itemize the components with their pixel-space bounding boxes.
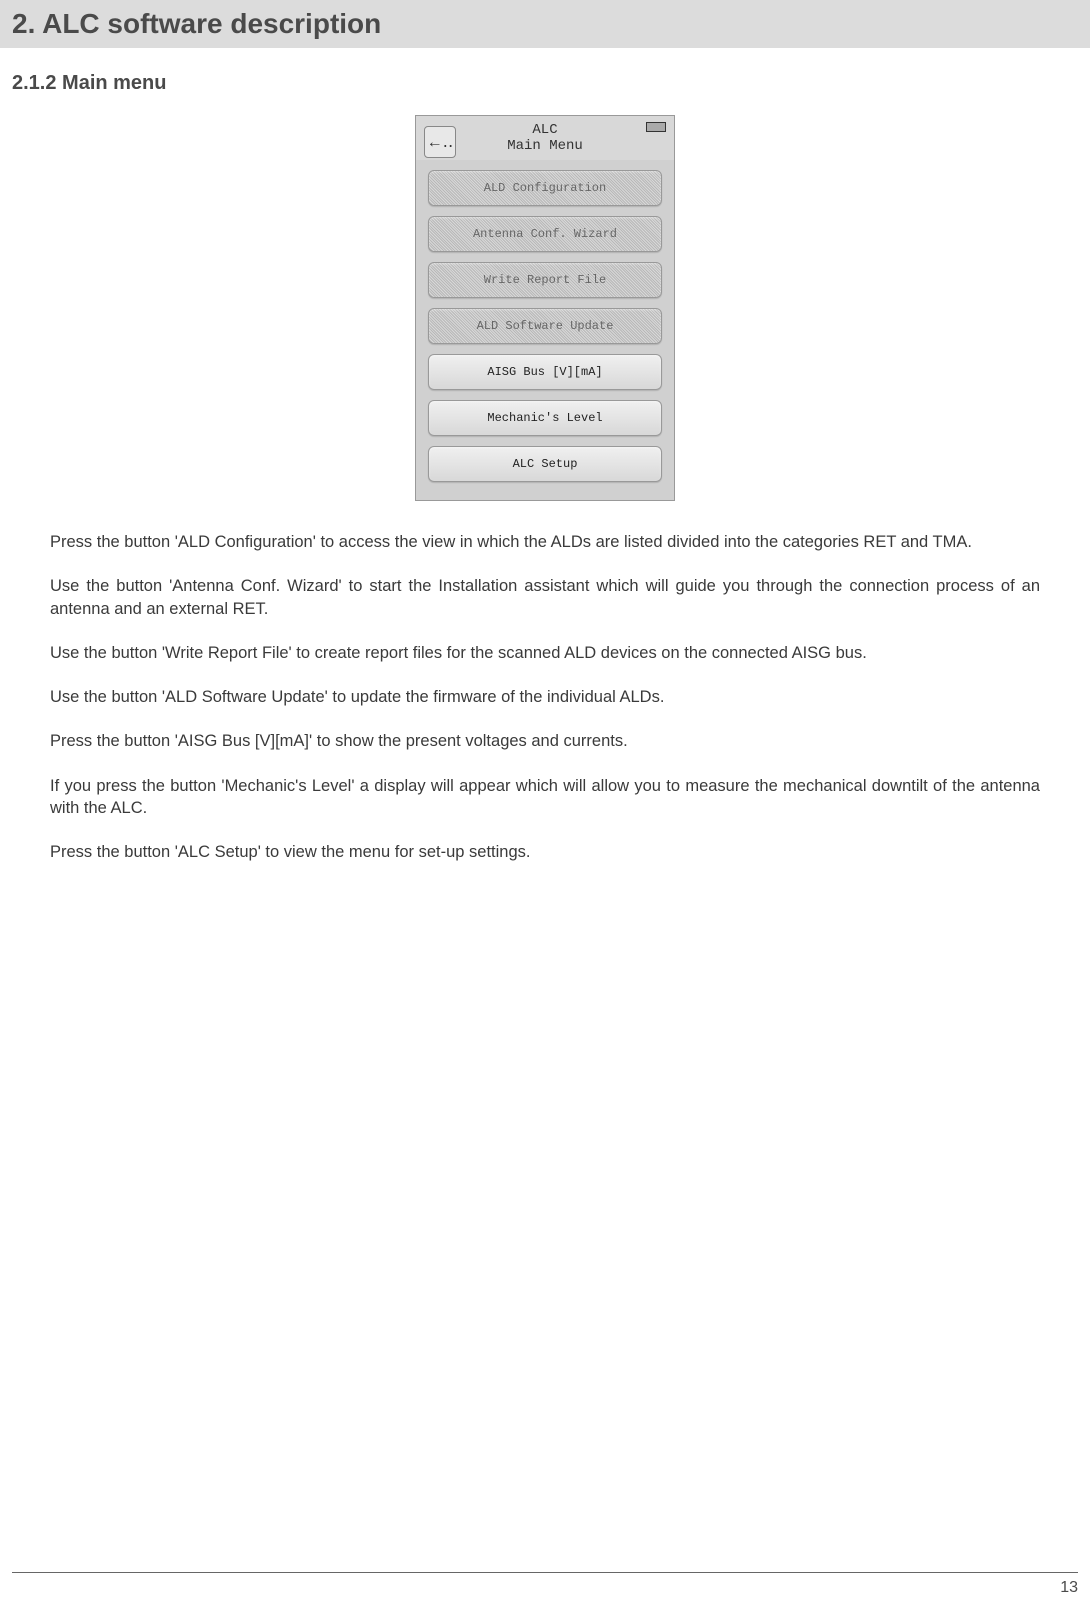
paragraph: Press the button 'ALC Setup' to view the… <box>50 841 1040 863</box>
device-screenshot: ←‥ ALC Main Menu ALD Configuration Anten… <box>415 115 675 501</box>
menu-button-alc-setup[interactable]: ALC Setup <box>428 446 662 482</box>
menu-button-label: ALD Software Update <box>477 319 614 333</box>
menu-button-ald-software-update[interactable]: ALD Software Update <box>428 308 662 344</box>
content-body: Press the button 'ALD Configuration' to … <box>0 531 1090 863</box>
device-menu: ALD Configuration Antenna Conf. Wizard W… <box>416 160 674 500</box>
menu-button-write-report-file[interactable]: Write Report File <box>428 262 662 298</box>
back-button[interactable]: ←‥ <box>424 126 456 158</box>
menu-button-ald-configuration[interactable]: ALD Configuration <box>428 170 662 206</box>
device-title-line2: Main Menu <box>424 138 666 154</box>
menu-button-label: ALC Setup <box>513 457 578 471</box>
page-title: 2. ALC software description <box>12 8 1078 40</box>
menu-button-mechanics-level[interactable]: Mechanic's Level <box>428 400 662 436</box>
paragraph: If you press the button 'Mechanic's Leve… <box>50 775 1040 820</box>
menu-button-label: Antenna Conf. Wizard <box>473 227 617 241</box>
back-arrow-icon: ←‥ <box>427 132 454 152</box>
paragraph: Use the button 'Antenna Conf. Wizard' to… <box>50 575 1040 620</box>
menu-button-label: Mechanic's Level <box>487 411 602 425</box>
device-title: ALC Main Menu <box>424 122 666 154</box>
menu-button-aisg-bus[interactable]: AISG Bus [V][mA] <box>428 354 662 390</box>
battery-icon <box>646 122 666 132</box>
paragraph: Use the button 'ALD Software Update' to … <box>50 686 1040 708</box>
paragraph: Press the button 'ALD Configuration' to … <box>50 531 1040 553</box>
menu-button-antenna-conf-wizard[interactable]: Antenna Conf. Wizard <box>428 216 662 252</box>
device-header: ←‥ ALC Main Menu <box>416 116 674 160</box>
menu-button-label: ALD Configuration <box>484 181 606 195</box>
subsection-title: 2.1.2 Main menu <box>0 72 1090 95</box>
page-header: 2. ALC software description <box>0 0 1090 48</box>
paragraph: Use the button 'Write Report File' to cr… <box>50 642 1040 664</box>
page-footer: 13 <box>12 1572 1078 1597</box>
page-number: 13 <box>1060 1579 1078 1596</box>
menu-button-label: AISG Bus [V][mA] <box>487 365 602 379</box>
paragraph: Press the button 'AISG Bus [V][mA]' to s… <box>50 730 1040 752</box>
device-title-line1: ALC <box>424 122 666 138</box>
menu-button-label: Write Report File <box>484 273 606 287</box>
